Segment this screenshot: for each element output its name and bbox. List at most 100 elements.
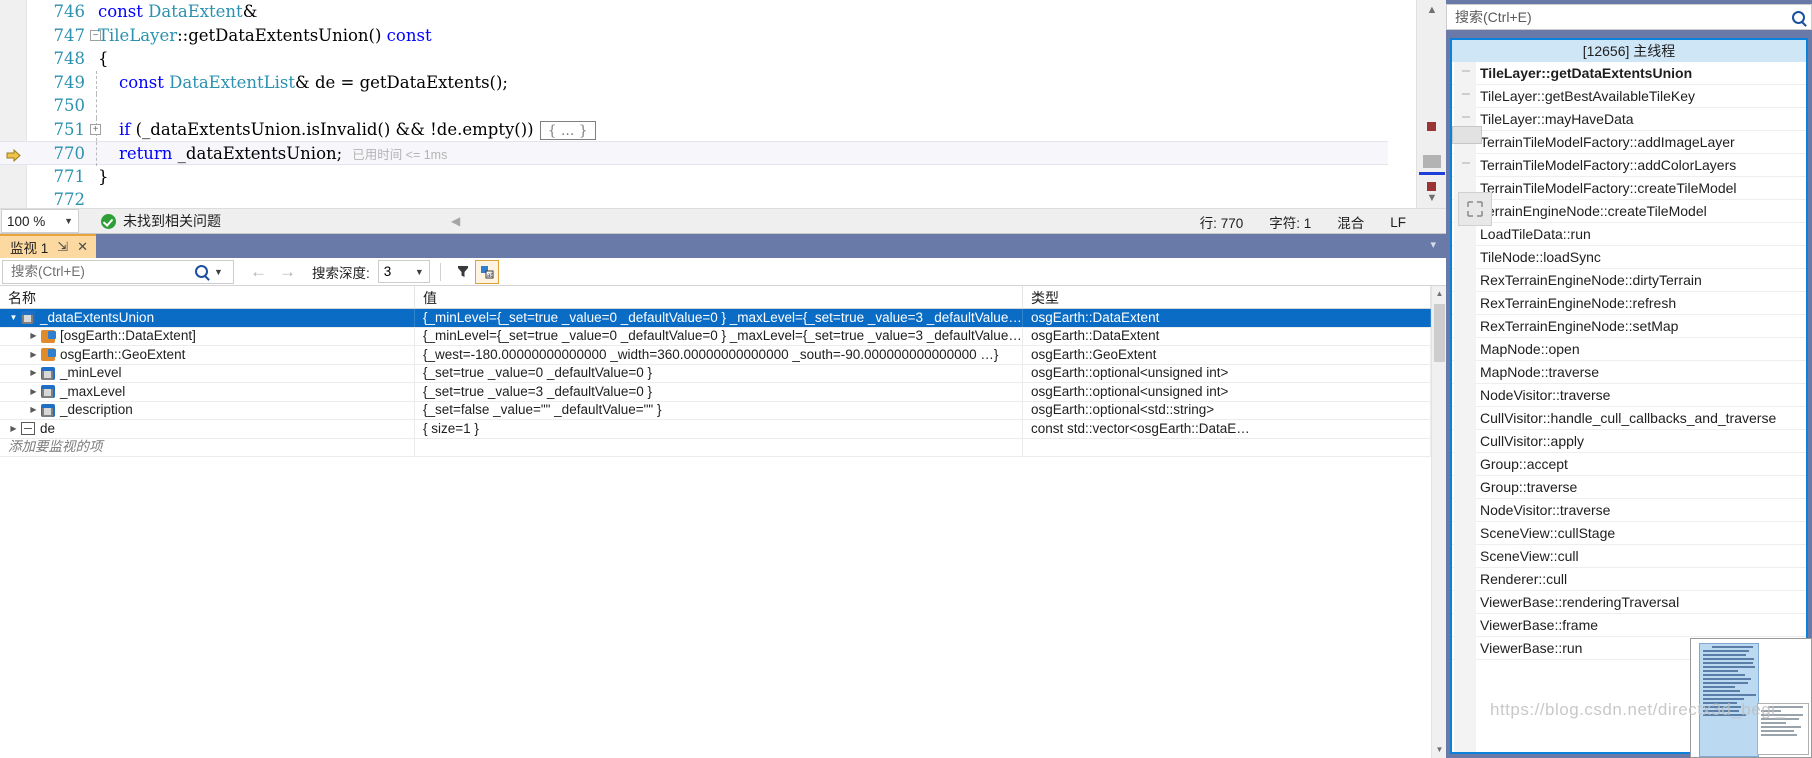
call-stack-frame[interactable]: TileNode::loadSync [1452, 246, 1806, 269]
expand-frames-icon[interactable] [1458, 192, 1492, 226]
call-stack-frame[interactable]: RexTerrainEngineNode::refresh [1452, 292, 1806, 315]
watch-row[interactable]: ▶ _description {_set=false _value="" _defa… [0, 401, 1446, 420]
chevron-right-icon[interactable]: ▶ [28, 327, 39, 346]
call-stack-frame[interactable]: Group::traverse [1452, 476, 1806, 499]
arrow-left-icon[interactable]: ← [250, 262, 267, 282]
watch-cell-value[interactable]: {_set=true _value=3 _defaultValue=0 } [415, 382, 1023, 401]
call-stack-frame[interactable]: CullVisitor::handle_cull_callbacks_and_t… [1452, 407, 1806, 430]
call-stack-frame[interactable]: LoadTileData::run [1452, 223, 1806, 246]
code-line[interactable]: 770 return _dataExtentsUnion; 已用时间 <= 1ms [0, 141, 1388, 166]
watch-row[interactable]: ▶ _maxLevel {_set=true _value=3 _defaultVa… [0, 382, 1446, 402]
watch-cell-value[interactable]: {_west=-180.00000000000000 _width=360.00… [415, 345, 1023, 364]
code-line[interactable]: 751 + if (_dataExtentsUnion.isInvalid() &… [0, 117, 1388, 141]
scroll-down-arrow-icon[interactable]: ▼ [1417, 188, 1446, 208]
watch-cell-name[interactable]: ▶ osgEarth::GeoExtent [0, 345, 415, 365]
search-icon[interactable] [195, 265, 208, 278]
filter-icon[interactable] [451, 260, 475, 284]
hexadecimal-display-icon[interactable]: ab [474, 259, 499, 284]
call-stack-frame[interactable]: CullVisitor::apply [1452, 430, 1806, 453]
call-stack-frames[interactable]: TileLayer::getDataExtentsUnion TileLayer:… [1452, 62, 1806, 660]
call-stack-frame[interactable]: Group::accept [1452, 453, 1806, 476]
watch-cell-name[interactable]: ▼ _dataExtentsUnion [0, 308, 415, 328]
watch-grid-vertical-scrollbar[interactable]: ▲ ▼ [1431, 286, 1446, 758]
watch-row[interactable]: ▶ _minLevel {_set=true _value=0 _defaultVa… [0, 364, 1446, 383]
chevron-right-icon[interactable]: ▶ [28, 383, 39, 402]
call-stack-search-box[interactable] [1446, 4, 1812, 30]
tab-watch-1[interactable]: 监视 1 ⇲ ✕ [0, 234, 97, 258]
zoom-level-combo[interactable]: 100 % ▼ [1, 209, 79, 233]
chevron-right-icon[interactable]: ▶ [8, 420, 19, 439]
code-line[interactable]: 748 { [0, 47, 1388, 71]
editor-scrollbar-thumb[interactable] [1423, 155, 1441, 168]
call-stack-frame[interactable]: SceneView::cullStage [1452, 522, 1806, 545]
pin-icon[interactable]: ⇲ [57, 239, 68, 255]
code-line[interactable]: 749 const DataExtentList& de = getDataEx… [0, 70, 1388, 94]
call-stack-frame[interactable]: RexTerrainEngineNode::dirtyTerrain [1452, 269, 1806, 292]
watch-cell-name[interactable]: ▶ de [0, 419, 415, 439]
watch-cell-value[interactable]: {_minLevel={_set=true _value=0 _defaultV… [415, 308, 1023, 327]
watch-cell-value[interactable]: {_set=false _value="" _defaultValue="" } [415, 401, 1023, 420]
watch-column-header[interactable]: 值 [415, 286, 1023, 308]
chevron-right-icon[interactable]: ▶ [28, 364, 39, 383]
call-stack-frame[interactable]: NodeVisitor::traverse [1452, 499, 1806, 522]
watch-cell-value[interactable]: {_set=true _value=0 _defaultValue=0 } [415, 364, 1023, 383]
search-depth-combo[interactable]: 3 ▼ [377, 260, 430, 283]
watch-row[interactable]: ▶ [osgEarth::DataExtent] {_minLevel={_set=… [0, 327, 1446, 346]
watch-scrollbar-thumb[interactable] [1434, 304, 1445, 362]
call-stack-frame[interactable]: MapNode::traverse [1452, 361, 1806, 384]
scroll-up-arrow-icon[interactable]: ▲ [1417, 0, 1446, 20]
call-stack-frame[interactable]: TileLayer::mayHaveData [1452, 108, 1806, 131]
collapsed-region-block[interactable]: { ... } [539, 120, 596, 140]
watch-cell-name[interactable]: ▶ [osgEarth::DataExtent] [0, 327, 415, 346]
call-stack-frame[interactable]: TerrainTileModelFactory::addColorLayers [1452, 154, 1806, 177]
call-stack-frame[interactable]: TerrainTileModelFactory::createTileModel [1452, 177, 1806, 200]
scroll-down-arrow-icon[interactable]: ▼ [1432, 742, 1447, 758]
watch-cell-value[interactable]: { size=1 } [415, 419, 1023, 438]
call-stack-frame[interactable]: RexTerrainEngineNode::setMap [1452, 315, 1806, 338]
call-stack-frame[interactable]: Renderer::cull [1452, 568, 1806, 591]
add-watch-placeholder[interactable]: 添加要监视的项 [0, 438, 415, 457]
chevron-down-icon[interactable]: ▼ [8, 309, 19, 328]
code-line[interactable]: 747− TileLayer::getDataExtentsUnion() con… [0, 24, 1388, 48]
search-icon[interactable] [1792, 10, 1805, 24]
editor-vertical-scrollbar[interactable]: ▲ ▼ [1416, 0, 1446, 208]
triangle-right-icon[interactable]: ◀ [451, 214, 460, 228]
watch-search-box[interactable]: ▼ [2, 259, 234, 284]
watch-cell-name[interactable]: ▶ _minLevel [0, 364, 415, 383]
watch-cell-name[interactable]: ▶ _maxLevel [0, 382, 415, 402]
call-stack-search-input[interactable] [1453, 8, 1792, 26]
call-stack-frame[interactable]: ViewerBase::frame [1452, 614, 1806, 637]
watch-row[interactable]: ▼ _dataExtentsUnion {_minLevel={_set=true … [0, 308, 1446, 328]
chevron-down-icon[interactable]: ▼ [214, 267, 223, 277]
call-stack-frame[interactable]: NodeVisitor::traverse [1452, 384, 1806, 407]
call-stack-frame[interactable]: ViewerBase::renderingTraversal [1452, 591, 1806, 614]
call-stack-frame[interactable]: SceneView::cull [1452, 545, 1806, 568]
code-line[interactable]: 772 [0, 188, 1388, 208]
arrow-right-icon[interactable]: → [279, 262, 296, 282]
call-stack-frame[interactable]: MapNode::open [1452, 338, 1806, 361]
watch-column-header[interactable]: 类型 [1023, 286, 1431, 308]
code-line[interactable]: 771} [0, 165, 1388, 189]
call-stack-frame[interactable]: TerrainEngineNode::createTileModel [1452, 200, 1806, 223]
scroll-up-arrow-icon[interactable]: ▲ [1432, 286, 1447, 302]
watch-column-header[interactable]: 名称 [0, 286, 415, 308]
chevron-right-icon[interactable]: ▶ [28, 346, 39, 365]
close-icon[interactable]: ✕ [77, 239, 88, 255]
call-stack-frame[interactable]: TileLayer::getBestAvailableTileKey [1452, 85, 1806, 108]
watch-variables-grid[interactable]: 名称值类型 ▼ _dataExtentsUnion {_minLevel={_set… [0, 286, 1446, 758]
code-line[interactable]: 746 const DataExtent& [0, 0, 1388, 24]
code-lines-container[interactable]: 746 const DataExtent& 747− TileLayer::getDa… [0, 0, 1388, 208]
watch-cell-value[interactable]: {_minLevel={_set=true _value=0 _defaultV… [415, 327, 1023, 346]
call-stack-frame[interactable]: TerrainTileModelFactory::addImageLayer [1452, 131, 1806, 154]
code-editor[interactable]: 746 const DataExtent& 747− TileLayer::getDa… [0, 0, 1446, 208]
watch-grid-body[interactable]: ▼ _dataExtentsUnion {_minLevel={_set=true … [0, 308, 1446, 457]
chevron-down-icon[interactable]: ▾ [1430, 238, 1436, 251]
watch-row[interactable]: ▶ de { size=1 } const std::vector<osgEarth:… [0, 419, 1446, 439]
watch-search-input[interactable] [9, 263, 195, 280]
code-line[interactable]: 750 [0, 94, 1388, 118]
chevron-right-icon[interactable]: ▶ [28, 401, 39, 420]
watch-cell-name[interactable]: ▶ _description [0, 401, 415, 420]
watch-add-row[interactable]: 添加要监视的项 [0, 438, 1446, 457]
watch-row[interactable]: ▶ osgEarth::GeoExtent {_west=-180.00000000… [0, 345, 1446, 365]
call-stack-frame[interactable]: TileLayer::getDataExtentsUnion [1452, 62, 1806, 85]
